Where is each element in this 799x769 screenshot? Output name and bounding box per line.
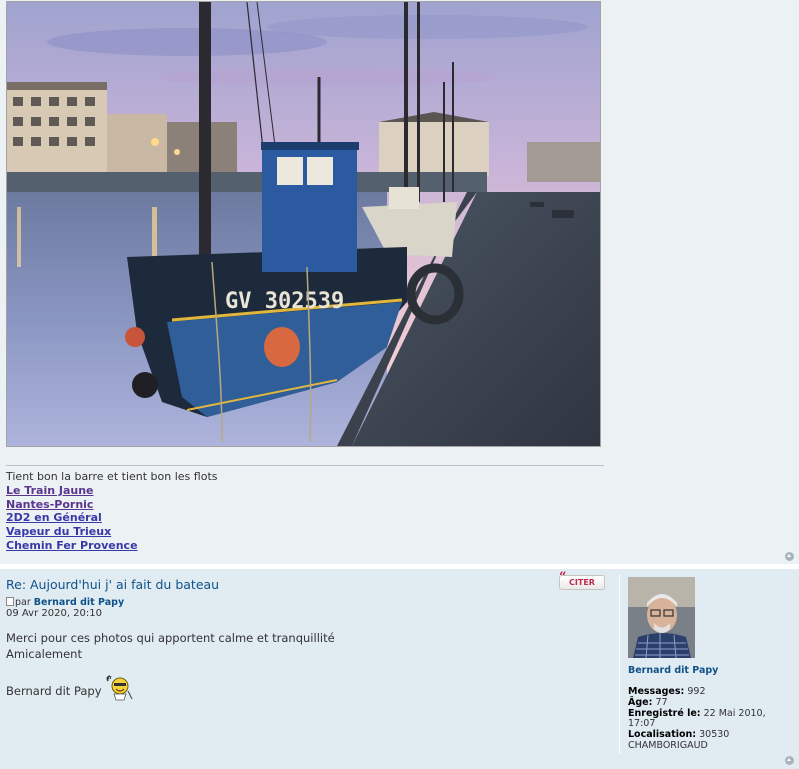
quote-button-label: CITER — [569, 578, 595, 587]
signature-link-2d2[interactable]: 2D2 en Général — [6, 511, 218, 525]
arrow-up-icon[interactable] — [785, 552, 794, 561]
post-author-line: par Bernard dit Papy — [6, 597, 124, 608]
arrow-up-icon[interactable] — [785, 756, 794, 765]
harbor-photo: GV 302539 — [6, 1, 601, 447]
post-title[interactable]: Re: Aujourd'hui j' ai fait du bateau — [6, 577, 219, 592]
signature-link-nantes-pornic[interactable]: Nantes-Pornic — [6, 498, 218, 512]
profile-details: Messages: 992 Âge: 77 Enregistré le: 22 … — [628, 686, 793, 752]
content-line-3: Bernard dit Papy — [6, 675, 335, 705]
boat-registration-text: GV 302539 — [225, 289, 344, 314]
post-content: Merci pour ces photos qui apportent calm… — [6, 630, 335, 705]
avatar[interactable] — [628, 577, 695, 658]
previous-post: GV 302539 Tient bon la barre et tient bo… — [0, 0, 799, 564]
by-prefix: par — [15, 597, 34, 608]
post-date: 09 Avr 2020, 20:10 — [6, 608, 102, 619]
signature: Tient bon la barre et tient bon les flot… — [6, 470, 218, 553]
signature-link-train-jaune[interactable]: Le Train Jaune — [6, 484, 218, 498]
quote-icon: “ — [559, 570, 567, 585]
content-line-2: Amicalement — [6, 647, 82, 661]
post-profile: Bernard dit Papy Messages: 992 Âge: 77 E… — [619, 574, 799, 754]
reply-post: Re: Aujourd'hui j' ai fait du bateau “ C… — [0, 569, 799, 769]
profile-location: Localisation: 30530 CHAMBORIGAUD — [628, 729, 730, 751]
content-signature-text: Bernard dit Papy — [6, 684, 102, 698]
profile-username[interactable]: Bernard dit Papy — [628, 665, 718, 676]
signature-separator — [6, 465, 604, 466]
profile-registered: Enregistré le: 22 Mai 2010, 17:07 — [628, 707, 766, 730]
signature-motto: Tient bon la barre et tient bon les flot… — [6, 470, 218, 483]
profile-messages-count[interactable]: 992 — [687, 686, 705, 697]
content-line-1: Merci pour ces photos qui apportent calm… — [6, 631, 335, 645]
post-author-link[interactable]: Bernard dit Papy — [34, 597, 124, 608]
quote-button[interactable]: “ CITER — [559, 571, 605, 590]
signature-link-vapeur-trieux[interactable]: Vapeur du Trieux — [6, 525, 218, 539]
smiley-icon — [106, 675, 134, 705]
post-icon[interactable] — [6, 597, 14, 606]
signature-link-chemin-fer-provence[interactable]: Chemin Fer Provence — [6, 539, 218, 553]
